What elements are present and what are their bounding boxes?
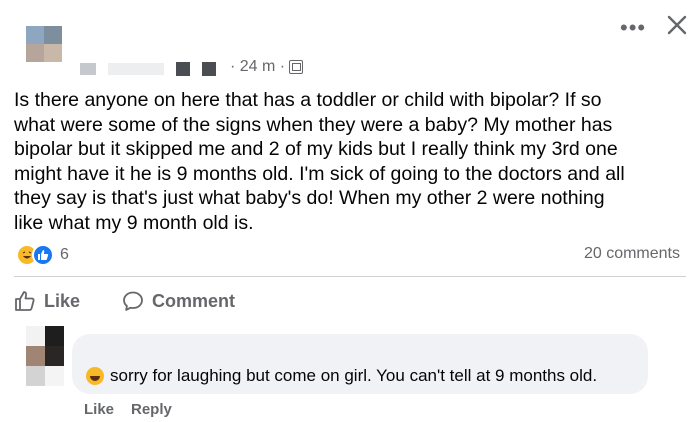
comment-text: sorry for laughing but come on girl. You… [110, 366, 598, 385]
comment-button-label: Comment [152, 290, 236, 311]
avatar-pixel [45, 326, 64, 346]
comment-bubble-icon [123, 291, 143, 311]
redaction-block [176, 62, 190, 76]
laughing-emoji-icon [86, 367, 104, 385]
avatar-pixel [26, 26, 44, 44]
like-icon [32, 244, 54, 266]
group-privacy-icon [289, 60, 304, 74]
comment-reply-button[interactable]: Reply [131, 401, 172, 418]
divider [14, 276, 686, 277]
avatar-pixel [26, 326, 45, 346]
redaction-block [202, 62, 216, 76]
like-outline-icon [15, 291, 35, 311]
comment-button[interactable]: Comment [122, 290, 235, 312]
post-text: Is there anyone on here that has a toddl… [14, 89, 625, 234]
post-time[interactable]: · 24 m · [230, 58, 285, 76]
redaction-block [108, 63, 164, 75]
comments-count-link[interactable]: 20 comments [584, 245, 680, 263]
avatar-pixel [44, 26, 62, 44]
avatar-pixel [45, 366, 64, 386]
post-meta: · 24 m · [230, 58, 304, 76]
more-options-icon[interactable]: ••• [620, 17, 646, 39]
author-avatar[interactable] [26, 26, 62, 62]
like-button[interactable]: Like [14, 290, 80, 312]
comment-body: sorry for laughing but come on girl. You… [86, 366, 597, 386]
commenter-avatar[interactable] [26, 326, 64, 386]
comment-like-button[interactable]: Like [84, 401, 114, 418]
thumbs-up-icon [38, 250, 49, 260]
reaction-summary[interactable]: 6 [16, 244, 69, 266]
avatar-pixel [45, 346, 64, 366]
close-icon[interactable] [664, 12, 690, 38]
avatar-pixel [44, 44, 62, 62]
like-button-label: Like [44, 290, 81, 311]
avatar-pixel [26, 44, 44, 62]
redaction-block [80, 63, 96, 75]
avatar-pixel [26, 346, 45, 366]
reaction-count: 6 [60, 246, 69, 263]
avatar-pixel [26, 366, 45, 386]
author-name-redacted[interactable] [80, 62, 216, 76]
